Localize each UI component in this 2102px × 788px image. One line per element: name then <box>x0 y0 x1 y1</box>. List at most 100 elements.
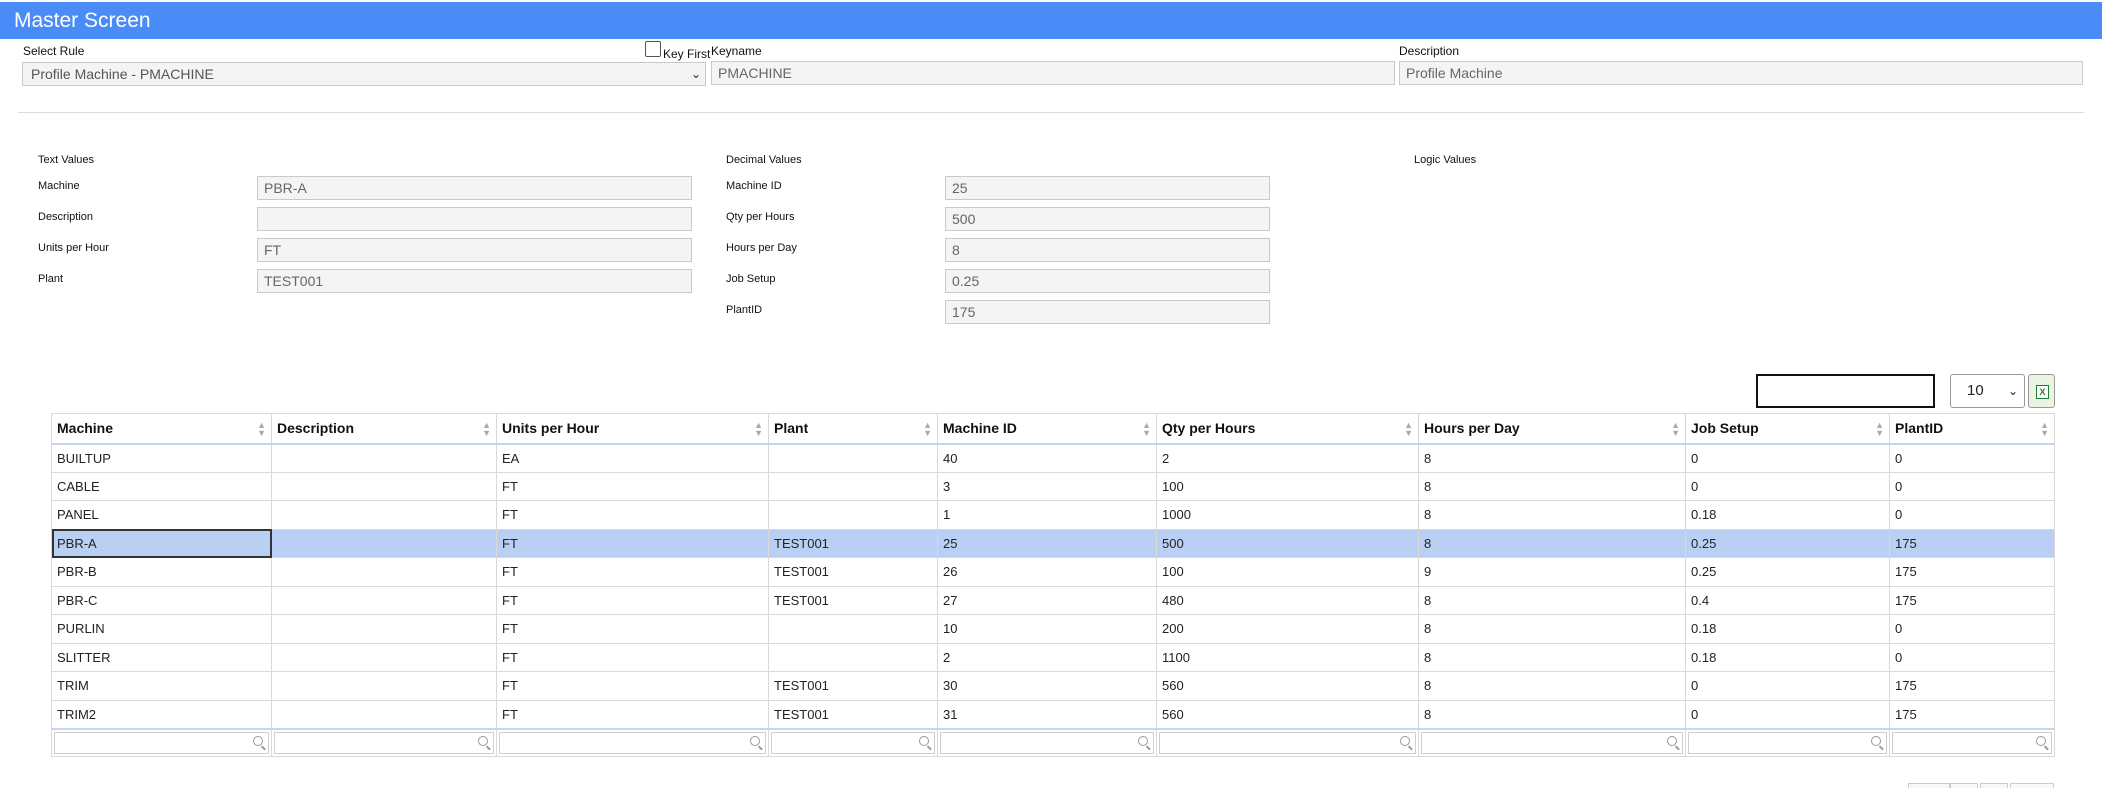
table-cell-job-setup[interactable]: 0 <box>1685 699 1890 729</box>
table-cell-plant[interactable]: TEST001 <box>768 557 938 587</box>
table-cell-hours-per-day[interactable]: 8 <box>1418 614 1686 644</box>
table-cell-job-setup[interactable]: 0 <box>1685 671 1890 701</box>
table-cell-machine-id[interactable]: 3 <box>937 471 1157 501</box>
table-row[interactable]: CABLE FT 3 100 8 0 0 <box>51 471 2055 501</box>
table-cell-description[interactable] <box>271 699 497 729</box>
table-cell-plant[interactable] <box>768 471 938 501</box>
table-cell-plantid[interactable]: 0 <box>1889 642 2055 672</box>
table-cell-plant[interactable] <box>768 500 938 530</box>
excel-export-button[interactable]: X <box>2028 374 2055 408</box>
table-cell-hours-per-day[interactable]: 8 <box>1418 528 1686 558</box>
table-cell-units-per-hour[interactable]: FT <box>496 699 769 729</box>
table-cell-description[interactable] <box>271 557 497 587</box>
key-first-checkbox[interactable] <box>645 41 661 57</box>
table-cell-machine[interactable]: SLITTER <box>51 642 272 672</box>
column-header-plant[interactable]: Plant ▲ ▼ <box>768 413 938 445</box>
table-cell-units-per-hour[interactable]: FT <box>496 614 769 644</box>
table-cell-machine-id[interactable]: 1 <box>937 500 1157 530</box>
job-setup-field[interactable]: 0.25 <box>945 269 1270 293</box>
column-filter-input-job-setup[interactable] <box>1688 731 1887 754</box>
units-per-hour-field[interactable]: FT <box>257 238 692 262</box>
table-cell-machine-id[interactable]: 27 <box>937 585 1157 615</box>
column-header-qty-per-hours[interactable]: Qty per Hours ▲ ▼ <box>1156 413 1419 445</box>
table-cell-job-setup[interactable]: 0.18 <box>1685 614 1890 644</box>
table-cell-machine[interactable]: PANEL <box>51 500 272 530</box>
pager-button[interactable] <box>1908 783 1950 788</box>
table-cell-qty-per-hours[interactable]: 1100 <box>1156 642 1419 672</box>
column-filter-input-hours-per-day[interactable] <box>1421 731 1683 754</box>
table-cell-job-setup[interactable]: 0.25 <box>1685 528 1890 558</box>
pager-button[interactable] <box>1980 783 2008 788</box>
table-cell-machine-id[interactable]: 10 <box>937 614 1157 644</box>
table-cell-machine-id[interactable]: 31 <box>937 699 1157 729</box>
column-header-machine-id[interactable]: Machine ID ▲ ▼ <box>937 413 1157 445</box>
table-cell-job-setup[interactable]: 0.4 <box>1685 585 1890 615</box>
table-cell-qty-per-hours[interactable]: 100 <box>1156 471 1419 501</box>
table-cell-description[interactable] <box>271 585 497 615</box>
table-cell-units-per-hour[interactable]: FT <box>496 557 769 587</box>
table-cell-units-per-hour[interactable]: FT <box>496 471 769 501</box>
table-cell-plant[interactable] <box>768 614 938 644</box>
table-cell-plant[interactable] <box>768 642 938 672</box>
text-description-field[interactable] <box>257 207 692 231</box>
table-cell-plantid[interactable]: 175 <box>1889 585 2055 615</box>
table-cell-description[interactable] <box>271 443 497 473</box>
pager-button[interactable] <box>1950 783 1978 788</box>
table-cell-machine-id[interactable]: 30 <box>937 671 1157 701</box>
hours-per-day-field[interactable]: 8 <box>945 238 1270 262</box>
table-cell-job-setup[interactable]: 0.18 <box>1685 642 1890 672</box>
table-cell-hours-per-day[interactable]: 9 <box>1418 557 1686 587</box>
keyname-field[interactable]: PMACHINE <box>711 61 1395 85</box>
table-cell-machine[interactable]: PBR-C <box>51 585 272 615</box>
table-cell-machine-id[interactable]: 26 <box>937 557 1157 587</box>
table-cell-job-setup[interactable]: 0.18 <box>1685 500 1890 530</box>
table-cell-units-per-hour[interactable]: FT <box>496 528 769 558</box>
table-cell-hours-per-day[interactable]: 8 <box>1418 585 1686 615</box>
table-cell-machine-id[interactable]: 25 <box>937 528 1157 558</box>
column-filter-input-machine[interactable] <box>54 731 269 754</box>
qty-per-hours-field[interactable]: 500 <box>945 207 1270 231</box>
table-row[interactable]: SLITTER FT 2 1100 8 0.18 0 <box>51 642 2055 672</box>
table-cell-plantid[interactable]: 175 <box>1889 557 2055 587</box>
table-cell-machine[interactable]: CABLE <box>51 471 272 501</box>
table-cell-qty-per-hours[interactable]: 2 <box>1156 443 1419 473</box>
table-cell-hours-per-day[interactable]: 8 <box>1418 642 1686 672</box>
table-cell-qty-per-hours[interactable]: 560 <box>1156 699 1419 729</box>
table-cell-machine-id[interactable]: 2 <box>937 642 1157 672</box>
table-cell-units-per-hour[interactable]: FT <box>496 642 769 672</box>
table-cell-description[interactable] <box>271 614 497 644</box>
table-row[interactable]: PBR-A FT TEST001 25 500 8 0.25 175 <box>51 528 2055 558</box>
page-size-select[interactable]: 10 ⌄ <box>1950 374 2025 408</box>
table-cell-job-setup[interactable]: 0 <box>1685 471 1890 501</box>
table-cell-plant[interactable]: TEST001 <box>768 671 938 701</box>
table-cell-description[interactable] <box>271 471 497 501</box>
table-cell-machine[interactable]: TRIM2 <box>51 699 272 729</box>
table-cell-machine-id[interactable]: 40 <box>937 443 1157 473</box>
column-header-description[interactable]: Description ▲ ▼ <box>271 413 497 445</box>
table-cell-machine[interactable]: TRIM <box>51 671 272 701</box>
column-filter-input-description[interactable] <box>274 731 494 754</box>
table-cell-machine[interactable]: PURLIN <box>51 614 272 644</box>
table-cell-machine[interactable]: PBR-B <box>51 557 272 587</box>
table-cell-plantid[interactable]: 0 <box>1889 500 2055 530</box>
table-cell-hours-per-day[interactable]: 8 <box>1418 471 1686 501</box>
table-row[interactable]: BUILTUP EA 40 2 8 0 0 <box>51 443 2055 473</box>
column-header-machine[interactable]: Machine ▲ ▼ <box>51 413 272 445</box>
column-filter-input-plantid[interactable] <box>1892 731 2052 754</box>
table-cell-plantid[interactable]: 175 <box>1889 671 2055 701</box>
table-cell-plantid[interactable]: 0 <box>1889 443 2055 473</box>
table-cell-units-per-hour[interactable]: EA <box>496 443 769 473</box>
table-cell-plant[interactable]: TEST001 <box>768 699 938 729</box>
table-cell-qty-per-hours[interactable]: 100 <box>1156 557 1419 587</box>
table-cell-qty-per-hours[interactable]: 200 <box>1156 614 1419 644</box>
table-row[interactable]: PBR-B FT TEST001 26 100 9 0.25 175 <box>51 557 2055 587</box>
machine-field[interactable]: PBR-A <box>257 176 692 200</box>
table-cell-units-per-hour[interactable]: FT <box>496 671 769 701</box>
table-cell-units-per-hour[interactable]: FT <box>496 585 769 615</box>
table-cell-plant[interactable]: TEST001 <box>768 585 938 615</box>
table-cell-job-setup[interactable]: 0 <box>1685 443 1890 473</box>
column-header-plantid[interactable]: PlantID ▲ ▼ <box>1889 413 2055 445</box>
plant-field[interactable]: TEST001 <box>257 269 692 293</box>
pager-button[interactable] <box>2010 783 2054 788</box>
grid-search-input[interactable] <box>1756 374 1935 408</box>
